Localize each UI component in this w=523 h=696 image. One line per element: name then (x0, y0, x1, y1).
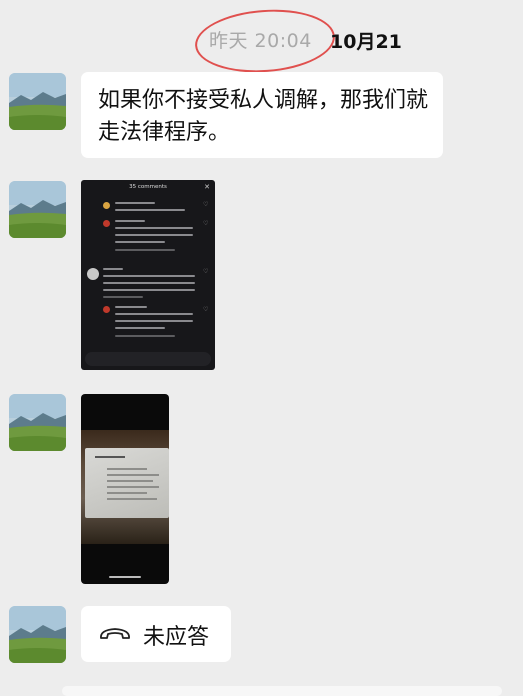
monitor-screen (85, 448, 169, 518)
heart-icon: ♡ (203, 268, 209, 275)
comment-line (115, 327, 165, 329)
landscape-avatar-icon (9, 394, 66, 451)
commenter-avatar (103, 306, 110, 313)
comment-line (115, 202, 155, 204)
comments-screenshot-image[interactable]: 35 comments ✕ ♡ ♡ ♡ ♡ (81, 180, 215, 370)
comment-line (115, 320, 193, 322)
comment-line (115, 249, 175, 251)
avatar[interactable] (9, 181, 66, 238)
comment-line (115, 227, 193, 229)
missed-call-bubble[interactable]: 未应答 (81, 606, 231, 662)
comment-line (103, 289, 195, 291)
avatar[interactable] (9, 394, 66, 451)
comments-header: 35 comments (129, 184, 167, 190)
message-text: 如果你不接受私人调解，那我们就走法律程序。 (98, 88, 429, 145)
commenter-avatar (103, 220, 110, 227)
comment-line (115, 220, 145, 222)
comment-line (115, 335, 175, 337)
video-frame (81, 430, 169, 544)
call-status-label: 未应答 (143, 625, 210, 650)
heart-icon: ♡ (203, 306, 209, 313)
video-progress-bar (109, 576, 141, 578)
red-annotation-circle (193, 5, 337, 77)
close-icon: ✕ (204, 183, 210, 191)
missed-call-icon (100, 628, 130, 639)
landscape-avatar-icon (9, 181, 66, 238)
comment-line (115, 306, 147, 308)
comment-line (115, 313, 193, 315)
comment-line (103, 275, 195, 277)
commenter-avatar (103, 202, 110, 209)
comment-line (103, 268, 123, 270)
landscape-avatar-icon (9, 73, 66, 130)
input-bar-edge (62, 686, 502, 696)
landscape-avatar-icon (9, 606, 66, 663)
heart-icon: ♡ (203, 201, 209, 208)
avatar[interactable] (9, 73, 66, 130)
heart-icon: ♡ (203, 220, 209, 227)
video-thumbnail[interactable] (81, 394, 169, 584)
timestamp-date: 10月21 (330, 31, 402, 53)
commenter-avatar (87, 268, 99, 280)
comment-line (103, 296, 143, 298)
comment-line (115, 209, 185, 211)
comment-line (103, 282, 195, 284)
comment-line (115, 241, 165, 243)
comment-input-bar (85, 352, 211, 366)
timestamp-row: 昨天 20:04 10月21 (0, 5, 523, 77)
avatar[interactable] (9, 606, 66, 663)
message-text-bubble[interactable]: 如果你不接受私人调解，那我们就走法律程序。 (81, 72, 443, 158)
comment-line (115, 234, 193, 236)
